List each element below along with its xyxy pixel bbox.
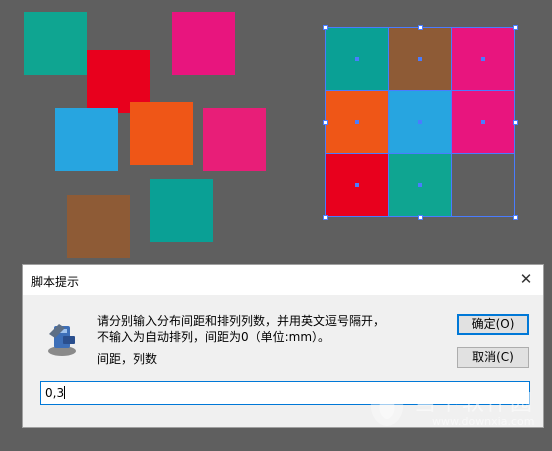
swatch-blue[interactable] [55, 108, 118, 171]
grid-cell[interactable] [388, 153, 452, 217]
input-value: 0,3 [45, 386, 65, 400]
dialog-message-line-1: 请分别输入分布间距和排列列数，并用英文逗号隔开， [97, 314, 386, 328]
swatch-brown[interactable] [67, 195, 130, 258]
prompt-label: 间距，列数 [97, 352, 158, 366]
close-icon[interactable]: ✕ [517, 270, 535, 288]
swatch-pink[interactable] [203, 108, 266, 171]
watermark-logo-icon [370, 383, 404, 426]
watermark-text: 当下软件园 [414, 391, 535, 416]
swatch-teal[interactable] [24, 12, 87, 75]
selection-handle-middle-right[interactable] [513, 120, 518, 125]
ok-button[interactable]: 确定(O) [457, 314, 529, 335]
watermark-url: www.downxia.com [432, 415, 535, 428]
selection-handle-bottom-left[interactable] [323, 215, 328, 220]
grid-cell[interactable] [325, 153, 389, 217]
arranged-grid[interactable] [325, 27, 515, 217]
cancel-button[interactable]: 取消(C) [457, 347, 529, 368]
selection-handle-top-left[interactable] [323, 25, 328, 30]
selection-handle-bottom-right[interactable] [513, 215, 518, 220]
grid-cell[interactable] [388, 90, 452, 154]
text-caret [64, 386, 66, 399]
selection-handle-middle-left[interactable] [323, 120, 328, 125]
grid-cell[interactable] [325, 27, 389, 91]
script-app-icon [48, 324, 76, 356]
dialog-message: 请分别输入分布间距和排列列数，并用英文逗号隔开， 不输入为自动排列，间距为0（单… [97, 313, 385, 345]
swatch-magenta[interactable] [172, 12, 235, 75]
grid-cell[interactable] [325, 90, 389, 154]
selection-handle-top-right[interactable] [513, 25, 518, 30]
dialog-title: 脚本提示 [31, 275, 80, 289]
selection-handle-top-middle[interactable] [418, 25, 423, 30]
swatch-teal-2[interactable] [150, 179, 213, 242]
selection-handle-bottom-middle[interactable] [418, 215, 423, 220]
grid-cell[interactable] [451, 90, 515, 154]
dialog-message-line-2: 不输入为自动排列，间距为0（单位:mm）。 [97, 330, 331, 344]
swatch-orange[interactable] [130, 102, 193, 165]
dialog-titlebar[interactable]: 脚本提示 ✕ [23, 265, 543, 295]
grid-cell[interactable] [388, 27, 452, 91]
grid-cell[interactable] [451, 27, 515, 91]
